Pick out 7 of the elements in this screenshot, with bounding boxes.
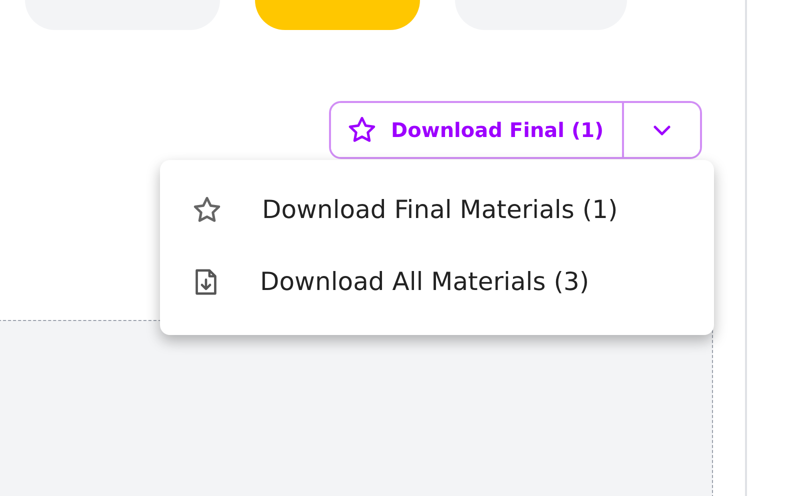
menu-item[interactable]: Download All Materials (3): [160, 246, 714, 318]
star-icon: [347, 115, 377, 145]
drop-zone[interactable]: [0, 320, 713, 496]
star-icon: [192, 195, 222, 225]
chevron-down-icon: [650, 123, 673, 137]
menu-item[interactable]: Download Final Materials (1): [160, 174, 714, 246]
dropdown-toggle-button[interactable]: [622, 103, 700, 157]
